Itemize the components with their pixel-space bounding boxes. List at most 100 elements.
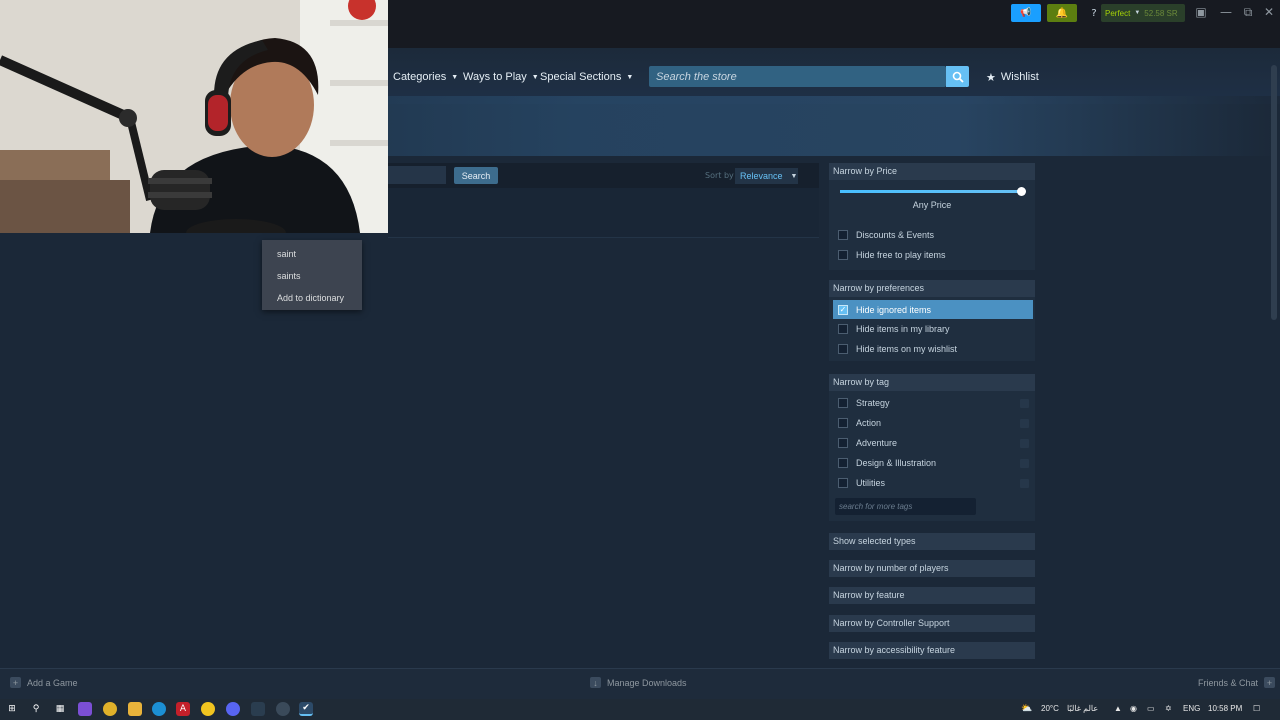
restore-button[interactable]: ⧉ [1237,4,1259,20]
section-controller[interactable]: Narrow by Controller Support [829,615,1035,632]
filter-label: Discounts & Events [856,230,935,240]
section-types[interactable]: Show selected types [829,533,1035,550]
help-button[interactable]: ? [1087,4,1101,22]
bell-icon: 🔔 [1055,7,1069,19]
friends-chat-button[interactable]: Friends & Chat + [1198,677,1276,688]
battery-icon[interactable]: ▭ [1147,704,1155,713]
announcement-button[interactable]: 📢 [1011,4,1041,22]
nav-special-sections-label: Special Sections [540,71,622,83]
filter-hide-free-to-play[interactable]: Hide free to play items [833,246,1033,264]
checkbox[interactable] [838,478,848,488]
store-search-field[interactable] [649,66,946,87]
checkbox[interactable] [838,398,848,408]
nav-special-sections[interactable]: Special Sections ▼ [540,68,633,86]
filter-hide-wishlist[interactable]: Hide items on my wishlist [833,340,1033,358]
sort-dropdown[interactable]: Relevance ▼ [735,168,798,184]
star-icon: ★ [986,71,996,84]
filter-label: Hide ignored items [856,304,932,315]
suggestion-item[interactable]: saint [262,243,362,265]
add-to-dictionary-item[interactable]: Add to dictionary [262,287,362,309]
search-icon[interactable]: ⚲ [29,702,43,716]
suggestion-item[interactable]: saints [262,265,362,287]
filter-hide-library[interactable]: Hide items in my library [833,320,1033,338]
filter-label: Hide free to play items [856,250,946,260]
search-icon [952,71,964,83]
steam-taskbar-icon[interactable]: ✔ [299,702,313,716]
notification-center-icon[interactable]: ☐ [1253,704,1260,713]
store-search-input[interactable] [649,66,946,87]
price-slider-track[interactable] [840,190,1022,193]
clock[interactable]: 10:58 PM [1208,704,1242,713]
store-search-button[interactable] [946,66,969,87]
tag-label: Action [856,418,882,428]
exclude-tag-button[interactable] [1020,419,1029,428]
manage-downloads-button[interactable]: ↓ Manage Downloads [590,677,687,688]
add-game-button[interactable]: + Add a Game [10,677,78,688]
tag-label: Strategy [856,398,890,408]
tag-filter[interactable]: Utilities [833,474,1033,492]
checkbox[interactable] [838,250,848,260]
close-button[interactable]: ✕ [1258,4,1280,20]
page-scrollbar[interactable] [1271,65,1277,320]
app-icon[interactable] [251,702,265,716]
chrome-icon[interactable] [103,702,117,716]
price-slider-handle[interactable] [1017,187,1026,196]
filter-discounts[interactable]: Discounts & Events [833,226,1033,244]
language-indicator[interactable]: ENG [1183,704,1200,713]
friends-chat-label: Friends & Chat [1198,677,1259,688]
checkbox[interactable] [838,458,848,468]
restore-icon: ⧉ [1243,5,1253,19]
section-feature[interactable]: Narrow by feature [829,587,1035,604]
edge-icon[interactable] [152,702,166,716]
task-view-icon[interactable]: ▦ [53,702,67,716]
chevron-down-icon: ▼ [451,73,459,81]
tray-expand-icon[interactable]: ▲ [1114,704,1122,713]
account-menu[interactable]: Perfect ▼ 52.58 SR [1101,4,1185,22]
section-accessibility[interactable]: Narrow by accessibility feature [829,642,1035,659]
exclude-tag-button[interactable] [1020,399,1029,408]
exclude-tag-button[interactable] [1020,459,1029,468]
exclude-tag-button[interactable] [1020,479,1029,488]
weather-temp: 20°C [1041,704,1059,713]
sort-value: Relevance [740,171,783,181]
add-game-label: Add a Game [27,677,78,688]
checkbox[interactable] [838,344,848,354]
filter-hide-ignored[interactable]: ✓ Hide ignored items [833,300,1033,319]
tag-search-input[interactable] [835,498,976,515]
download-icon: ↓ [590,677,601,688]
exclude-tag-button[interactable] [1020,439,1029,448]
wallet-balance: 52.58 SR [1144,8,1178,18]
search-term-input[interactable] [388,166,446,184]
checkbox[interactable] [838,324,848,334]
webcam-feed [0,0,388,233]
network-icon[interactable]: ◉ [1130,704,1137,713]
tag-search-field[interactable] [835,498,976,515]
wishlist-button[interactable]: ★ Wishlist [986,68,1039,86]
results-search-button[interactable]: Search [454,167,498,184]
app-icon[interactable] [201,702,215,716]
file-explorer-icon[interactable] [128,702,142,716]
sort-label: Sort by [705,171,734,180]
checkbox[interactable] [838,230,848,240]
checkbox[interactable] [838,418,848,428]
acrobat-icon[interactable]: A [176,702,190,716]
windows-start-icon[interactable]: ⊞ [5,702,19,716]
webcam-overlay [0,0,388,233]
tag-filter[interactable]: Strategy [833,394,1033,412]
checkbox[interactable] [838,438,848,448]
chat-icon: + [1264,677,1276,688]
tag-filter[interactable]: Action [833,414,1033,432]
app-icon[interactable] [78,702,92,716]
discord-icon[interactable] [226,702,240,716]
tag-filter[interactable]: Design & Illustration [833,454,1033,472]
obs-icon[interactable] [276,702,290,716]
volume-icon[interactable]: ✡ [1165,704,1172,713]
minimize-button[interactable]: — [1215,4,1237,20]
section-players[interactable]: Narrow by number of players [829,560,1035,577]
big-picture-button[interactable]: ▣ [1190,4,1212,20]
notifications-button[interactable]: 🔔 [1047,4,1077,22]
tag-filter[interactable]: Adventure [833,434,1033,452]
nav-ways-to-play[interactable]: Ways to Play ▼ [463,68,539,86]
checkbox[interactable]: ✓ [838,304,848,315]
nav-categories[interactable]: Categories ▼ [393,68,458,86]
